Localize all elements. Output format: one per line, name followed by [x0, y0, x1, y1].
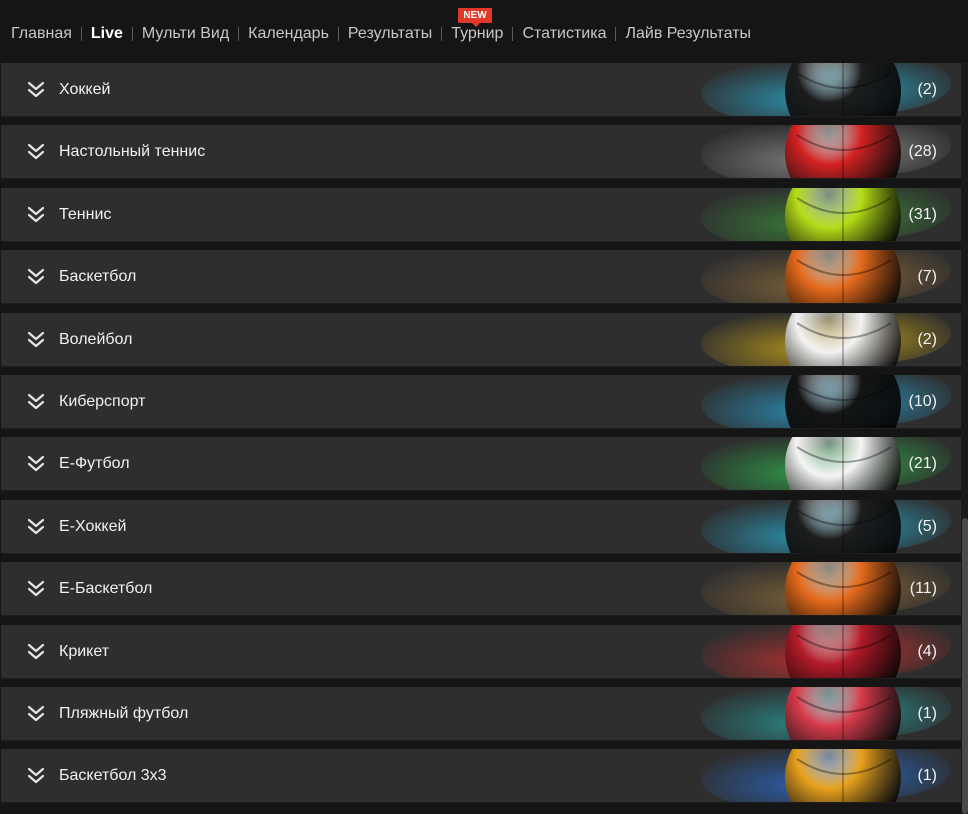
nav-divider [337, 27, 339, 41]
sport-row[interactable]: Е-Футбол (21) [1, 437, 961, 491]
sport-name: Хоккей [59, 81, 111, 98]
chevron-double-down-icon[interactable] [27, 392, 45, 410]
sport-row[interactable]: Баскетбол 3x3 (1) [1, 749, 961, 803]
event-count: (11) [909, 580, 937, 597]
sport-name: Е-Хоккей [59, 518, 127, 535]
nav-item-results[interactable]: Результаты [348, 25, 432, 43]
nav-item-multiview[interactable]: Мульти Вид [142, 25, 229, 43]
nav-divider [441, 27, 443, 41]
chevron-double-down-icon[interactable] [27, 142, 45, 160]
sport-row[interactable]: Теннис (31) [1, 188, 961, 242]
chevron-double-down-icon[interactable] [27, 579, 45, 597]
nav-item-live-results[interactable]: Лайв Результаты [625, 25, 751, 43]
sport-name: Киберспорт [59, 393, 146, 410]
chevron-double-down-icon[interactable] [27, 205, 45, 223]
sport-row[interactable]: Пляжный футбол (1) [1, 687, 961, 741]
chevron-double-down-icon[interactable] [27, 80, 45, 98]
nav-divider [238, 27, 240, 41]
sport-name: Пляжный футбол [59, 705, 189, 722]
sport-row[interactable]: Крикет (4) [1, 625, 961, 679]
chevron-double-down-icon[interactable] [27, 517, 45, 535]
chevron-double-down-icon[interactable] [27, 267, 45, 285]
event-count: (1) [917, 767, 937, 784]
event-count: (1) [917, 705, 937, 722]
sport-row[interactable]: Е-Баскетбол (11) [1, 562, 961, 616]
sport-row[interactable]: Киберспорт (10) [1, 375, 961, 429]
nav-divider [615, 27, 617, 41]
event-count: (2) [917, 81, 937, 98]
chevron-double-down-icon[interactable] [27, 330, 45, 348]
chevron-double-down-icon[interactable] [27, 704, 45, 722]
nav-item-tournament[interactable]: Турнир [451, 25, 503, 43]
nav-item-statistics[interactable]: Статистика [522, 25, 606, 43]
event-count: (5) [917, 518, 937, 535]
sport-row[interactable]: Волейбол (2) [1, 313, 961, 367]
nav-menu: Главная Live Мульти Вид Календарь Резуль… [11, 24, 751, 44]
top-navigation: Главная Live Мульти Вид Календарь Резуль… [0, 0, 968, 64]
event-count: (28) [908, 143, 937, 160]
sport-name: Крикет [59, 643, 110, 660]
sport-name: Баскетбол [59, 268, 137, 285]
sport-name: Волейбол [59, 331, 133, 348]
chevron-double-down-icon[interactable] [27, 766, 45, 784]
nav-divider [512, 27, 514, 41]
sport-name: Е-Баскетбол [59, 580, 153, 597]
sport-name: Настольный теннис [59, 143, 206, 160]
event-count: (21) [908, 455, 937, 472]
scrollbar-thumb[interactable] [962, 518, 968, 814]
sport-row[interactable]: Баскетбол (7) [1, 250, 961, 304]
event-count: (10) [908, 393, 937, 410]
sport-row[interactable]: Настольный теннис (28) [1, 125, 961, 179]
nav-divider [131, 27, 133, 41]
event-count: (31) [908, 206, 937, 223]
sport-name: Теннис [59, 206, 112, 223]
event-count: (4) [917, 643, 937, 660]
nav-divider [80, 27, 82, 41]
sport-name: Баскетбол 3x3 [59, 767, 167, 784]
sport-name: Е-Футбол [59, 455, 130, 472]
chevron-double-down-icon[interactable] [27, 642, 45, 660]
sport-row[interactable]: Хоккей (2) [1, 63, 961, 117]
nav-item-home[interactable]: Главная [11, 25, 72, 43]
event-count: (2) [917, 331, 937, 348]
new-badge: NEW [458, 8, 492, 27]
nav-item-calendar[interactable]: Календарь [248, 25, 329, 43]
event-count: (7) [917, 268, 937, 285]
nav-item-live[interactable]: Live [91, 25, 123, 43]
sport-row[interactable]: Е-Хоккей (5) [1, 500, 961, 554]
chevron-double-down-icon[interactable] [27, 454, 45, 472]
